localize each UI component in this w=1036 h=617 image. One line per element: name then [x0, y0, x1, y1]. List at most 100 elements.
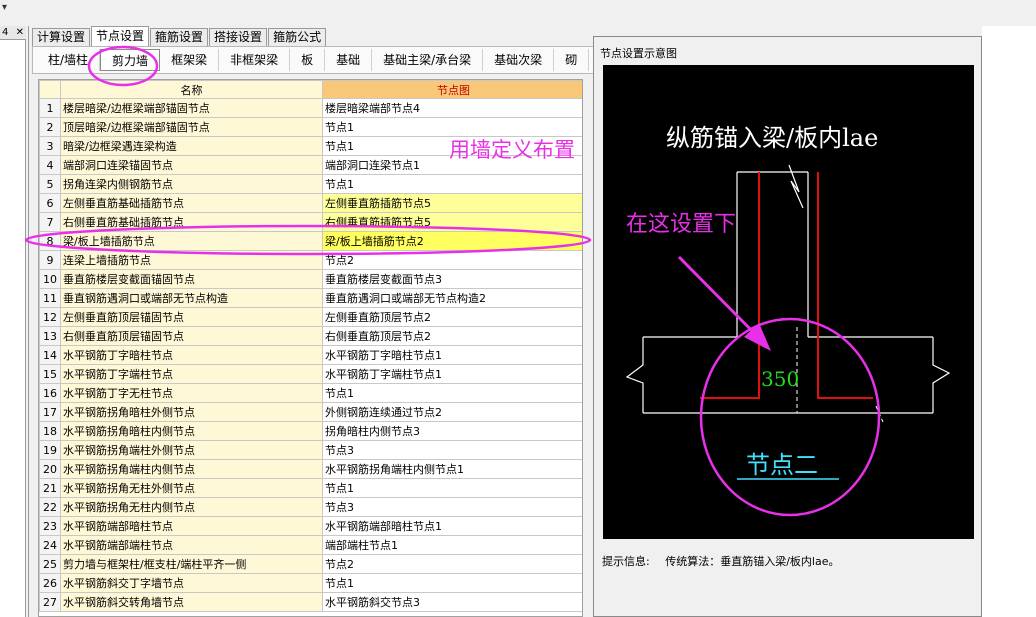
row-index: 17 [39, 402, 61, 422]
row-node-value[interactable]: 右侧垂直筋插筋节点5 [322, 212, 582, 232]
close-icon[interactable]: ✕ [16, 27, 24, 38]
row-node-value[interactable]: 端部端柱节点1 [322, 535, 582, 555]
table-row[interactable]: 13 右侧垂直筋顶层锚固节点 右侧垂直筋顶层节点2 [39, 326, 582, 346]
main-tab[interactable]: 箍筋设置 [150, 28, 209, 46]
rebar-lines [700, 172, 873, 399]
table-row[interactable]: 21 水平钢筋拐角无柱外侧节点 节点1 [39, 478, 582, 498]
row-node-value[interactable]: 节点1 [322, 478, 582, 498]
row-index: 16 [39, 383, 61, 403]
table-row[interactable]: 8 梁/板上墙插筋节点 梁/板上墙插筋节点2 [39, 231, 582, 251]
sub-tab[interactable]: 非框架梁 [219, 49, 291, 71]
row-node-value[interactable]: 节点2 [322, 554, 582, 574]
row-node-value[interactable]: 节点3 [322, 497, 582, 517]
table-row[interactable]: 7 右侧垂直筋基础插筋节点 右侧垂直筋插筋节点5 [39, 212, 582, 232]
row-node-value[interactable]: 外侧钢筋连续通过节点2 [322, 402, 582, 422]
row-name: 水平钢筋斜交丁字墙节点 [60, 573, 323, 593]
table-row[interactable]: 19 水平钢筋拐角端柱外侧节点 节点3 [39, 440, 582, 460]
row-name: 水平钢筋端部端柱节点 [60, 535, 323, 555]
main-tab[interactable]: 箍筋公式 [268, 28, 327, 46]
annotation-circle-node [699, 317, 881, 517]
row-name: 暗梁/边框梁遇连梁构造 [60, 136, 323, 156]
row-index: 10 [39, 269, 61, 289]
sub-tab[interactable]: 板 [290, 49, 326, 71]
sub-tab[interactable]: 基础 [325, 49, 373, 71]
table-row[interactable]: 1 楼层暗梁/边框梁端部锚固节点 楼层暗梁端部节点4 [39, 98, 582, 118]
main-tab[interactable]: 搭接设置 [209, 28, 268, 46]
row-node-value[interactable]: 节点2 [322, 250, 582, 270]
sub-tab[interactable]: 基础次梁 [483, 49, 555, 71]
node-diagram-svg: 纵筋锚入梁/板内lae 350 节点二 在这设置下 [625, 124, 951, 517]
row-name: 剪力墙与框架柱/框支柱/端柱平齐一侧 [60, 554, 323, 574]
table-row[interactable]: 16 水平钢筋丁字无柱节点 节点1 [39, 383, 582, 403]
row-name: 水平钢筋拐角端柱外侧节点 [60, 440, 323, 460]
table-row[interactable]: 22 水平钢筋拐角无柱内侧节点 节点3 [39, 497, 582, 517]
row-name: 水平钢筋丁字无柱节点 [60, 383, 323, 403]
row-node-value[interactable]: 水平钢筋端部暗柱节点1 [322, 516, 582, 536]
row-index: 25 [39, 554, 61, 574]
row-node-value[interactable]: 水平钢筋丁字暗柱节点1 [322, 345, 582, 365]
annotation-wall-define: 用墙定义布置 [449, 138, 575, 162]
table-row[interactable]: 20 水平钢筋拐角端柱内侧节点 水平钢筋拐角端柱内侧节点1 [39, 459, 582, 479]
row-node-value[interactable]: 拐角暗柱内侧节点3 [322, 421, 582, 441]
sub-tab[interactable]: 框架梁 [160, 49, 220, 71]
row-name: 楼层暗梁/边框梁端部锚固节点 [60, 98, 323, 118]
table-row[interactable]: 9 连梁上墙插筋节点 节点2 [39, 250, 582, 270]
row-node-value[interactable]: 水平钢筋丁字端柱节点1 [322, 364, 582, 384]
table-row[interactable]: 17 水平钢筋拐角暗柱外侧节点 外侧钢筋连续通过节点2 [39, 402, 582, 422]
row-node-value[interactable]: 右侧垂直筋顶层节点2 [322, 326, 582, 346]
left-pane [0, 26, 26, 617]
sub-tab[interactable]: 基础主梁/承台梁 [372, 49, 484, 71]
row-node-value[interactable]: 楼层暗梁端部节点4 [322, 98, 582, 118]
table-row[interactable]: 12 左侧垂直筋顶层锚固节点 左侧垂直筋顶层节点2 [39, 307, 582, 327]
row-node-value[interactable]: 节点1 [322, 383, 582, 403]
row-node-value[interactable]: 节点3 [322, 440, 582, 460]
table-row[interactable]: 6 左侧垂直筋基础插筋节点 左侧垂直筋插筋节点5 [39, 193, 582, 213]
row-name: 左侧垂直筋基础插筋节点 [60, 193, 323, 213]
row-name: 水平钢筋拐角暗柱内侧节点 [60, 421, 323, 441]
row-node-value[interactable]: 节点1 [322, 573, 582, 593]
row-index: 8 [39, 231, 61, 251]
row-node-value[interactable]: 垂直筋遇洞口或端部无节点构造2 [322, 288, 582, 308]
dropdown-arrow-icon[interactable]: ▾ [2, 2, 7, 13]
sub-tab[interactable]: 砌 [554, 49, 590, 71]
row-index: 14 [39, 345, 61, 365]
table-row[interactable]: 23 水平钢筋端部暗柱节点 水平钢筋端部暗柱节点1 [39, 516, 582, 536]
row-index: 15 [39, 364, 61, 384]
row-node-value[interactable]: 节点1 [322, 174, 582, 194]
row-name: 水平钢筋拐角端柱内侧节点 [60, 459, 323, 479]
grid-header-name: 名称 [60, 80, 323, 99]
table-row[interactable]: 11 垂直钢筋遇洞口或端部无节点构造 垂直筋遇洞口或端部无节点构造2 [39, 288, 582, 308]
table-row[interactable]: 24 水平钢筋端部端柱节点 端部端柱节点1 [39, 535, 582, 555]
hint-bar: 提示信息: 传统算法：垂直筋锚入梁/板内lae。 [602, 553, 840, 569]
table-row[interactable]: 15 水平钢筋丁字端柱节点 水平钢筋丁字端柱节点1 [39, 364, 582, 384]
table-row[interactable]: 27 水平钢筋斜交转角墙节点 水平钢筋斜交节点3 [39, 592, 582, 612]
row-index: 23 [39, 516, 61, 536]
row-node-value[interactable]: 垂直筋楼层变截面节点3 [322, 269, 582, 289]
main-tab[interactable]: 计算设置 [32, 28, 91, 46]
row-index: 19 [39, 440, 61, 460]
row-node-value[interactable]: 左侧垂直筋顶层节点2 [322, 307, 582, 327]
main-tab[interactable]: 节点设置 [91, 26, 150, 46]
row-name: 端部洞口连梁锚固节点 [60, 155, 323, 175]
table-row[interactable]: 25 剪力墙与框架柱/框支柱/端柱平齐一侧 节点2 [39, 554, 582, 574]
grid-header-row: 名称 节点图 [39, 80, 582, 99]
table-row[interactable]: 14 水平钢筋丁字暗柱节点 水平钢筋丁字暗柱节点1 [39, 345, 582, 365]
row-index: 20 [39, 459, 61, 479]
grid-header-node: 节点图 [322, 80, 582, 99]
grid-header-index [39, 80, 61, 99]
row-name: 水平钢筋丁字端柱节点 [60, 364, 323, 384]
main-tabs: 计算设置 节点设置 箍筋设置 搭接设置 箍筋公式 [32, 26, 327, 46]
row-node-value[interactable]: 左侧垂直筋插筋节点5 [322, 193, 582, 213]
sub-tabs: 柱/墙柱 剪力墙 框架梁 非框架梁板基础 基础主梁/承台梁 基础次梁砌 [32, 46, 594, 74]
sub-tab[interactable]: 剪力墙 [100, 49, 161, 71]
row-name: 水平钢筋端部暗柱节点 [60, 516, 323, 536]
row-node-value[interactable]: 水平钢筋斜交节点3 [322, 592, 582, 612]
table-row[interactable]: 18 水平钢筋拐角暗柱内侧节点 拐角暗柱内侧节点3 [39, 421, 582, 441]
table-row[interactable]: 5 拐角连梁内侧钢筋节点 节点1 [39, 174, 582, 194]
row-name: 水平钢筋拐角无柱内侧节点 [60, 497, 323, 517]
table-row[interactable]: 10 垂直筋楼层变截面锚固节点 垂直筋楼层变截面节点3 [39, 269, 582, 289]
sub-tab[interactable]: 柱/墙柱 [37, 49, 101, 71]
row-node-value[interactable]: 水平钢筋拐角端柱内侧节点1 [322, 459, 582, 479]
table-row[interactable]: 26 水平钢筋斜交丁字墙节点 节点1 [39, 573, 582, 593]
row-node-value[interactable]: 梁/板上墙插筋节点2 [322, 231, 582, 251]
